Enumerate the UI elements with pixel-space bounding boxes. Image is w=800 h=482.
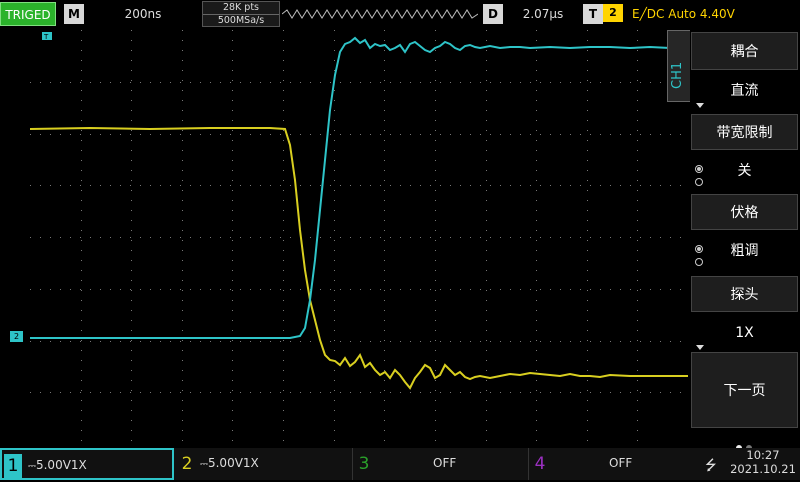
probe-button[interactable]: 探头 <box>691 276 798 312</box>
ch4-value: OFF <box>609 456 633 470</box>
clock: 10:27 2021.10.21 <box>728 448 798 476</box>
volts-div-value[interactable]: 粗调 <box>691 232 798 270</box>
ch4-status[interactable]: 4 OFF <box>528 448 702 480</box>
sample-rate: 500MSa/s <box>217 15 265 26</box>
ch2-volts: 5.00V <box>207 456 243 470</box>
trigger-key[interactable]: T <box>583 4 603 24</box>
bandwidth-value-text: 关 <box>737 163 752 179</box>
coupling-value-text: 直流 <box>730 83 759 99</box>
coupling-value: 直流 <box>691 72 798 110</box>
clock-time: 10:27 <box>746 448 780 462</box>
ch1-volts: 5.00V <box>35 458 71 472</box>
ch4-number: 4 <box>534 454 546 474</box>
dc-coupling-icon: ⎓ <box>200 459 208 470</box>
coupling-button[interactable]: 耦合 <box>691 32 798 70</box>
waveform-position-bar[interactable] <box>282 6 478 22</box>
ch1-probe: 1X <box>70 458 87 472</box>
ch1-scale: ⎓5.00V1X <box>28 450 87 480</box>
delay-value[interactable]: 2.07μs <box>508 3 578 25</box>
trigger-level-marker-label: T <box>43 33 49 41</box>
probe-value: 1X <box>691 314 798 352</box>
channel-tab-label: CH1 <box>670 61 685 89</box>
channel-tab-ch1[interactable]: CH1 <box>667 30 691 102</box>
side-menu: 耦合 直流 带宽限制 关 伏格 粗调 探头 1X 下一页 <box>690 30 800 448</box>
ch2-probe: 1X <box>242 456 259 470</box>
radio-off-icon <box>695 178 703 186</box>
radio-on-icon <box>695 245 703 253</box>
volts-div-value-text: 粗调 <box>730 243 759 259</box>
ch2-ground-marker-label: 2 <box>13 332 20 341</box>
trigger-channel: 2 <box>603 4 623 22</box>
dc-coupling-icon: ⎓ <box>28 461 36 472</box>
bandwidth-value[interactable]: 关 <box>691 152 798 190</box>
next-page-label: 下一页 <box>723 383 766 399</box>
coupling-label: 耦合 <box>730 44 759 60</box>
down-arrow-icon <box>696 103 704 108</box>
probe-value-text: 1X <box>735 325 754 341</box>
volts-div-button[interactable]: 伏格 <box>691 194 798 230</box>
ch1-number: 1 <box>4 454 22 478</box>
timebase[interactable]: 200ns <box>88 3 198 25</box>
ch3-number: 3 <box>358 454 370 474</box>
ch3-status[interactable]: 3 OFF <box>352 448 526 480</box>
memory-depth: 28K pts <box>203 2 279 15</box>
delay-key[interactable]: D <box>483 4 503 24</box>
clock-date: 2021.10.21 <box>730 462 796 476</box>
ch2-scale: ⎓5.00V1X <box>200 448 259 478</box>
waveform-display[interactable]: T <box>30 30 688 444</box>
radio-on-icon <box>695 165 703 173</box>
trigger-info[interactable]: E╱DC Auto 4.40V <box>632 5 735 23</box>
mode-key[interactable]: M <box>64 4 84 24</box>
channel-status-bar: 1 ⎓5.00V1X 2 ⎓5.00V1X 3 OFF 4 OFF <box>0 448 800 480</box>
bandwidth-limit-button[interactable]: 带宽限制 <box>691 114 798 150</box>
usb-icon: ⭍ <box>705 458 717 474</box>
next-page-button[interactable]: 下一页 <box>691 352 798 428</box>
bandwidth-label: 带宽限制 <box>716 125 773 141</box>
ch2-number: 2 <box>181 454 193 474</box>
top-status-bar: TRIGED M 200ns 28K pts 500MSa/s D 2.07μs… <box>0 0 800 28</box>
probe-label: 探头 <box>730 287 759 303</box>
acquisition-info: 28K pts 500MSa/s <box>202 1 280 27</box>
ch1-status[interactable]: 1 ⎓5.00V1X <box>0 448 174 480</box>
ch2-status[interactable]: 2 ⎓5.00V1X <box>176 448 350 480</box>
radio-off-icon <box>695 258 703 266</box>
volts-div-label: 伏格 <box>730 205 759 221</box>
ch3-value: OFF <box>433 456 457 470</box>
trigger-status: TRIGED <box>0 2 56 26</box>
ch2-ground-marker[interactable]: 2 <box>10 331 23 342</box>
down-arrow-icon <box>696 345 704 350</box>
